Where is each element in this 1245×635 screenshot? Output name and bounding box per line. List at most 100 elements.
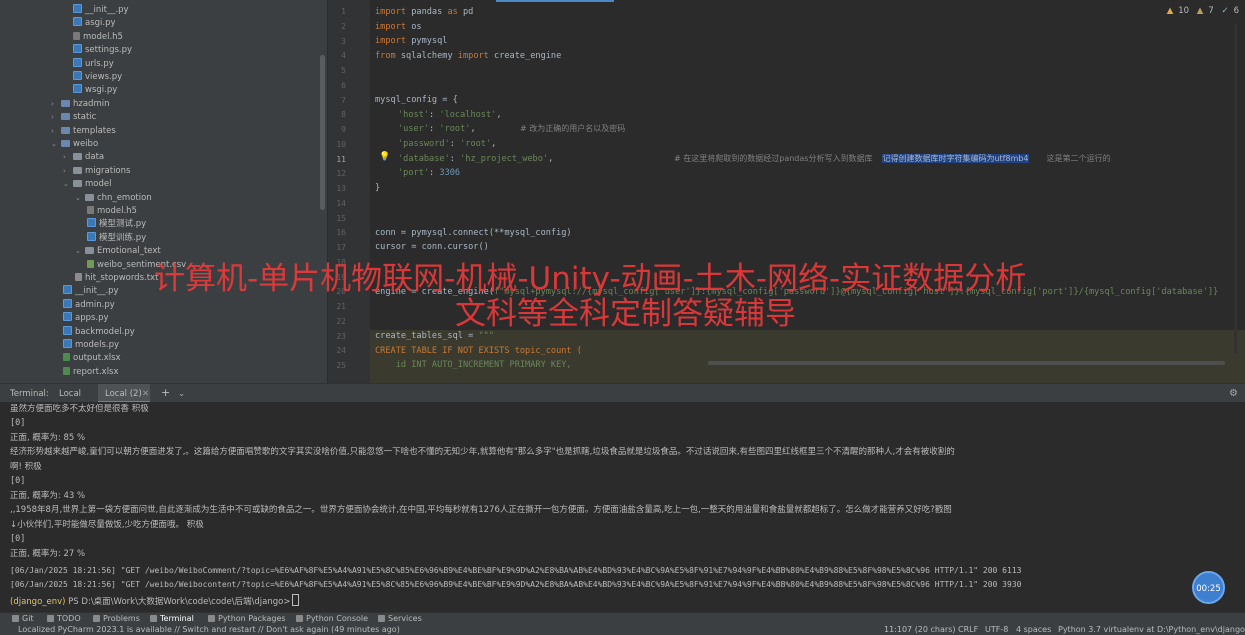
code-text: pymysql — [406, 36, 448, 46]
chevron-right-icon[interactable]: › — [51, 111, 61, 124]
tree-file[interactable]: models.py — [63, 339, 119, 352]
terminal-tab-local[interactable]: Local — [59, 389, 81, 399]
code-line-24: CREATE TABLE IF NOT EXISTS topic_count ( — [375, 346, 582, 356]
tree-folder[interactable]: ⌄ Emotional_text — [75, 245, 161, 258]
tool-tab-python-console[interactable]: Python Console — [296, 614, 368, 623]
tab-label: Git — [22, 614, 34, 623]
tree-file[interactable]: urls.py — [73, 57, 114, 71]
tree-file[interactable]: model.h5 — [87, 205, 137, 218]
tool-tab-problems[interactable]: Problems — [93, 614, 140, 623]
close-tab-icon[interactable]: ✕ — [142, 389, 149, 399]
terminal-line: [0] — [10, 534, 26, 544]
tree-item-label: 模型训练.py — [99, 232, 147, 243]
py-file-icon — [63, 298, 72, 308]
chevron-right-icon[interactable]: › — [51, 98, 61, 111]
chevron-down-icon[interactable]: ⌄ — [63, 178, 73, 191]
chevron-down-icon[interactable]: ⌄ — [75, 245, 85, 258]
tree-item-label: output.xlsx — [73, 353, 121, 364]
tool-tab-git[interactable]: Git — [12, 614, 34, 623]
terminal-line: 正面, 概率为: 85 % — [10, 433, 86, 443]
text-cursor — [292, 594, 300, 606]
string: 'database' — [398, 154, 450, 164]
tree-folder[interactable]: ⌄ chn_emotion — [75, 192, 152, 205]
gear-icon[interactable]: ⚙ — [1229, 388, 1238, 399]
tree-file[interactable]: output.xlsx — [63, 352, 121, 365]
string: 'password' — [398, 139, 450, 149]
tree-file[interactable]: backmodel.py — [63, 325, 135, 339]
tree-file[interactable]: admin.py — [63, 298, 115, 312]
terminal-prompt[interactable]: (django_env) PS D:\桌面\Work\大数据Work\code\… — [10, 594, 300, 607]
tree-folder[interactable]: › static — [51, 111, 96, 124]
keyword: as — [447, 7, 458, 17]
watermark-line-2: 文科等全科定制答疑辅导 — [455, 296, 796, 332]
tree-file[interactable]: model.h5 — [73, 31, 123, 44]
chevron-down-icon[interactable]: ⌄ — [178, 389, 185, 399]
tool-tab-python-packages[interactable]: Python Packages — [208, 614, 286, 623]
line-number: 23 — [336, 331, 346, 341]
tree-folder[interactable]: ⌄ model — [63, 178, 111, 191]
tree-item-label: model.h5 — [97, 206, 137, 216]
python-interpreter[interactable]: Python 3.7 virtualenv at D:\Python_env\d… — [1058, 625, 1245, 635]
tree-file[interactable]: report.xlsx — [63, 366, 119, 379]
tree-file[interactable]: views.py — [73, 71, 122, 84]
package-icon — [208, 615, 215, 622]
keyword: import — [375, 22, 407, 32]
tab-label: Problems — [103, 614, 140, 623]
file-encoding[interactable]: UTF-8 — [985, 625, 1008, 635]
tree-scrollbar[interactable] — [320, 55, 325, 210]
tab-label: Terminal — [160, 614, 194, 623]
terminal-icon — [150, 615, 157, 622]
tree-folder[interactable]: › migrations — [63, 165, 130, 178]
tool-tab-todo[interactable]: TODO — [47, 614, 81, 623]
tree-folder[interactable]: › hzadmin — [51, 98, 109, 111]
tree-file[interactable]: hit_stopwords.txt — [75, 272, 158, 285]
tree-folder[interactable]: ⌄ weibo — [51, 138, 98, 151]
terminal-line: [06/Jan/2025 18:21:56] "GET /weibo/Weibo… — [10, 566, 1022, 575]
terminal-output[interactable]: 虽然方便面吃多不太好但是很香 积极 [0] 正面, 概率为: 85 % 经济形势… — [0, 402, 1245, 612]
tree-file[interactable]: settings.py — [73, 44, 132, 57]
code-text: : — [449, 139, 461, 149]
problems-icon — [93, 615, 100, 622]
project-tree[interactable]: __init__.py asgi.py model.h5 settings.py url… — [7, 0, 327, 383]
tree-item-label: views.py — [85, 72, 123, 82]
tree-file[interactable]: __init__.py — [63, 285, 119, 298]
terminal-line: 啊! 积极 — [10, 462, 42, 472]
chevron-right-icon[interactable]: › — [63, 151, 73, 164]
chevron-down-icon[interactable]: ⌄ — [51, 138, 61, 151]
tree-file[interactable]: __init__.py — [73, 4, 129, 17]
keyword: import — [375, 36, 407, 46]
tree-file[interactable]: asgi.py — [73, 17, 116, 30]
line-number: 1 — [341, 7, 346, 16]
status-message[interactable]: Localized PyCharm 2023.1 is available //… — [18, 625, 400, 635]
folder-icon — [73, 153, 82, 161]
warning-icon: ▲ — [1166, 6, 1174, 16]
chevron-right-icon[interactable]: › — [51, 125, 61, 138]
tree-folder[interactable]: › templates — [51, 125, 116, 138]
typo-icon: ✓ — [1221, 6, 1229, 16]
lightbulb-icon[interactable]: 💡 — [379, 152, 390, 162]
line-number: 25 — [336, 361, 346, 370]
chevron-down-icon[interactable]: ⌄ — [75, 192, 85, 205]
line-separator[interactable]: CRLF — [958, 625, 978, 635]
code-line-17: cursor = conn.cursor() — [375, 242, 489, 252]
code-text: sqlalchemy — [395, 51, 458, 61]
tree-file[interactable]: 模型测试.py — [87, 218, 146, 231]
inspection-widget[interactable]: ▲ 10 ▲ 7 ✓ 6 — [1162, 6, 1239, 16]
recording-timer[interactable]: 00:25 — [1192, 571, 1225, 604]
tree-file[interactable]: apps.py — [63, 312, 109, 325]
tree-file[interactable]: wsgi.py — [73, 84, 117, 97]
status-bar: Localized PyCharm 2023.1 is available //… — [0, 625, 1245, 635]
tool-tab-terminal[interactable]: Terminal — [150, 614, 194, 623]
editor-scrollbar[interactable] — [1234, 24, 1237, 354]
caret-position[interactable]: 11:107 (20 chars) — [884, 625, 955, 635]
indent-setting[interactable]: 4 spaces — [1016, 625, 1051, 635]
editor-horizontal-scrollbar[interactable] — [708, 361, 1225, 365]
tree-folder[interactable]: › data — [63, 151, 104, 164]
tree-file[interactable]: 模型训练.py — [87, 231, 147, 245]
tool-tab-services[interactable]: Services — [378, 614, 422, 623]
code-text: pandas — [406, 7, 448, 17]
chevron-right-icon[interactable]: › — [63, 165, 73, 178]
tree-item-label: wsgi.py — [85, 85, 118, 96]
terminal-tab-label[interactable]: Local (2) — [105, 389, 142, 399]
add-tab-button[interactable]: + — [161, 386, 170, 399]
